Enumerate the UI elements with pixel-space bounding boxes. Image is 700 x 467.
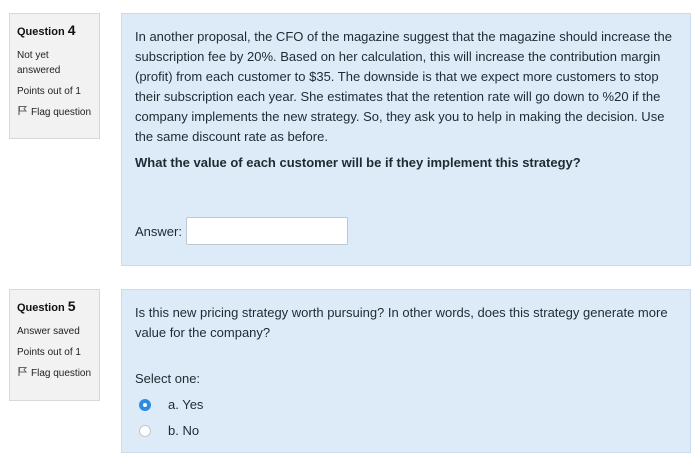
- question-state: Not yet answered: [17, 50, 61, 76]
- question-grade: Points out of 1: [17, 347, 81, 358]
- question-prompt: What the value of each customer will be …: [135, 155, 581, 170]
- answer-label: Answer:: [135, 223, 182, 239]
- question-body: Is this new pricing strategy worth pursu…: [135, 305, 668, 340]
- option-no[interactable]: b. No: [139, 423, 678, 438]
- question-label: Question: [17, 26, 65, 38]
- question-text: Is this new pricing strategy worth pursu…: [135, 303, 678, 343]
- question-number-value: 5: [67, 298, 76, 314]
- flag-question-link[interactable]: Flag question: [17, 366, 92, 381]
- flag-question-link[interactable]: Flag question: [17, 105, 92, 120]
- option-yes[interactable]: a. Yes: [139, 397, 678, 412]
- question-4-info: Question 4 Not yet answered Points out o…: [9, 13, 100, 139]
- flag-question-label: Flag question: [31, 107, 92, 118]
- question-4-content: In another proposal, the CFO of the maga…: [121, 13, 691, 266]
- question-5-content: Is this new pricing strategy worth pursu…: [121, 289, 691, 453]
- question-body: In another proposal, the CFO of the maga…: [135, 29, 672, 144]
- radio-no[interactable]: [139, 424, 151, 437]
- flag-question-label: Flag question: [31, 368, 92, 379]
- question-number: Question 4: [17, 22, 92, 38]
- flag-icon: [17, 105, 28, 116]
- question-state: Answer saved: [17, 326, 80, 337]
- answer-row: Answer:: [135, 217, 348, 245]
- question-label: Question: [17, 302, 65, 314]
- select-one-label: Select one:: [135, 371, 201, 386]
- flag-icon: [17, 366, 28, 377]
- question-5-info: Question 5 Answer saved Points out of 1 …: [9, 289, 100, 401]
- option-label: b. No: [168, 423, 200, 438]
- question-number: Question 5: [17, 298, 92, 314]
- question-text: In another proposal, the CFO of the maga…: [135, 27, 678, 173]
- answer-input[interactable]: [185, 217, 348, 245]
- radio-yes[interactable]: [139, 398, 151, 411]
- question-grade: Points out of 1: [17, 86, 81, 97]
- option-label: a. Yes: [168, 397, 204, 412]
- question-number-value: 4: [67, 22, 76, 38]
